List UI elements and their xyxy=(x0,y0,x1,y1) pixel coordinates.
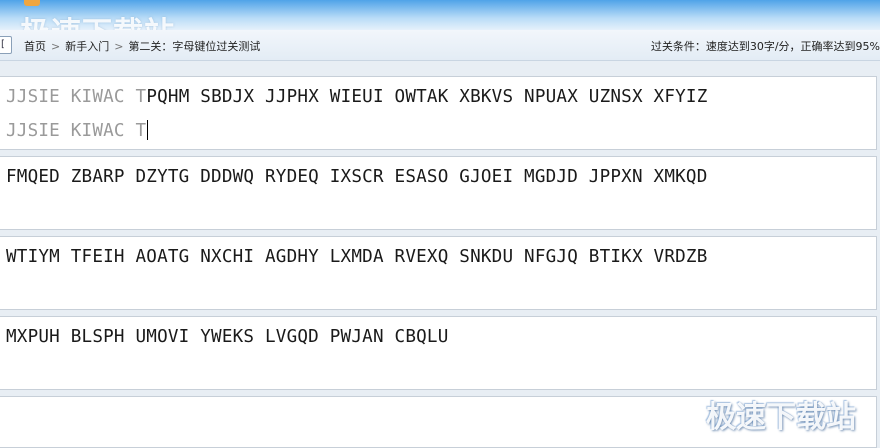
breadcrumb: 首页 > 新手入门 > 第二关：字母键位过关测试 xyxy=(24,38,260,54)
typed-text: JJSIE KIWAC T xyxy=(6,87,147,107)
pass-condition: 过关条件：速度达到30字/分，正确率达到95% xyxy=(650,40,880,53)
typing-panel-3[interactable]: WTIYM TFEIH AOATG NXCHI AGDHY LXMDA RVEX… xyxy=(0,236,877,310)
breadcrumb-separator: > xyxy=(51,40,61,53)
breadcrumb-beginner[interactable]: 新手入门 xyxy=(65,40,109,53)
input-line-1[interactable]: JJSIE KIWAC T xyxy=(6,120,149,141)
input-text: JJSIE KIWAC T xyxy=(6,121,147,141)
text-caret xyxy=(147,120,149,140)
typing-panel-4[interactable]: MXPUH BLSPH UMOVI YWEKS LVGQD PWJAN CBQL… xyxy=(0,316,877,390)
target-line-4: MXPUH BLSPH UMOVI YWEKS LVGQD PWJAN CBQL… xyxy=(6,327,449,347)
typing-panel-2[interactable]: FMQED ZBARP DZYTG DDDWQ RYDEQ IXSCR ESAS… xyxy=(0,156,877,230)
typing-panel-1[interactable]: JJSIE KIWAC TPQHM SBDJX JJPHX WIEUI OWTA… xyxy=(0,76,877,150)
breadcrumb-separator: > xyxy=(114,40,124,53)
target-line-3: WTIYM TFEIH AOATG NXCHI AGDHY LXMDA RVEX… xyxy=(6,247,708,267)
app-logo-icon xyxy=(24,0,40,6)
target-line-2: FMQED ZBARP DZYTG DDDWQ RYDEQ IXSCR ESAS… xyxy=(6,167,708,187)
breadcrumb-bar: [ 首页 > 新手入门 > 第二关：字母键位过关测试 过关条件：速度达到30字/分，正确… xyxy=(0,30,880,61)
back-button[interactable]: [ xyxy=(0,36,12,54)
remaining-text: PQHM SBDJX JJPHX WIEUI OWTAK XBKVS NPUAX… xyxy=(146,87,708,107)
title-bar xyxy=(0,0,880,30)
target-line-1: JJSIE KIWAC TPQHM SBDJX JJPHX WIEUI OWTA… xyxy=(6,87,708,107)
breadcrumb-current-level: 第二关：字母键位过关测试 xyxy=(128,40,261,53)
breadcrumb-home[interactable]: 首页 xyxy=(24,40,46,53)
typing-panel-5[interactable] xyxy=(0,396,877,448)
